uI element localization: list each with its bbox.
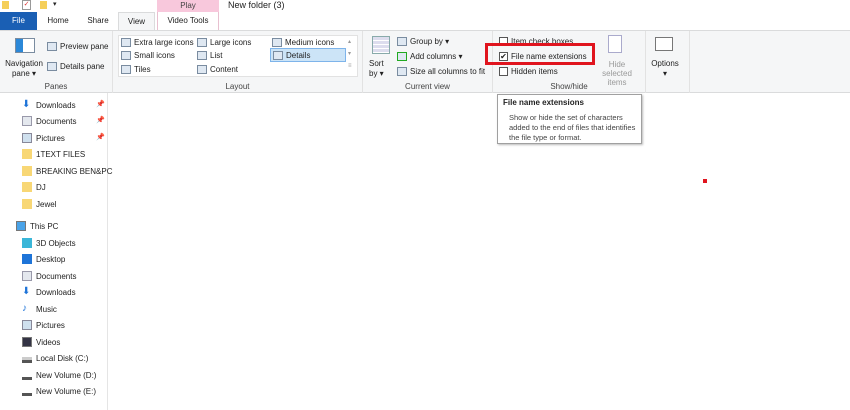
nav-item-local-disk-c[interactable]: Local Disk (C:) bbox=[22, 351, 88, 365]
tab-video-tools[interactable]: Video Tools bbox=[157, 12, 219, 30]
nav-item-folder[interactable]: BREAKING BEN&PC bbox=[22, 164, 112, 178]
tab-file[interactable]: File bbox=[0, 12, 37, 30]
desktop-icon bbox=[22, 254, 32, 264]
navigation-pane-button[interactable]: Navigation pane ▾ bbox=[4, 59, 44, 79]
pictures-icon bbox=[22, 133, 32, 143]
panes-group: Navigation pane ▾ Preview pane Details pa… bbox=[0, 31, 113, 93]
layout-small-icons[interactable]: Small icons bbox=[121, 49, 175, 61]
layout-scroll[interactable]: ▴ ▾ ≡ bbox=[348, 36, 352, 72]
download-icon: ⬇ bbox=[22, 99, 31, 110]
group-by-button[interactable]: Group by ▾ bbox=[397, 35, 449, 47]
nav-item-downloads[interactable]: ⬇ Downloads bbox=[22, 98, 76, 112]
current-view-group: Sort by ▾ Group by ▾ Add columns ▾ Size a… bbox=[363, 31, 493, 93]
layout-content[interactable]: Content bbox=[197, 63, 238, 75]
hidden-items-checkbox[interactable]: Hidden items bbox=[499, 65, 558, 77]
nav-item-folder[interactable]: DJ bbox=[22, 180, 46, 194]
navigation-pane: ⬇ Downloads 📌 Documents 📌 Pictures 📌 1TEX… bbox=[0, 93, 112, 410]
add-columns-button[interactable]: Add columns ▾ bbox=[397, 50, 462, 62]
details-pane-icon bbox=[47, 61, 57, 71]
details-pane-button[interactable]: Details pane bbox=[47, 60, 104, 72]
options-group: Options ▾ bbox=[646, 31, 690, 93]
show-hide-label: Show/hide bbox=[550, 82, 588, 91]
tooltip-title: File name extensions bbox=[503, 98, 584, 107]
folder-icon bbox=[22, 166, 32, 176]
window-title: New folder (3) bbox=[228, 0, 285, 10]
videos-icon bbox=[22, 337, 32, 347]
nav-item-desktop[interactable]: Desktop bbox=[22, 252, 65, 266]
highlight-box bbox=[485, 43, 595, 65]
ribbon: Navigation pane ▾ Preview pane Details pa… bbox=[0, 30, 850, 93]
size-all-columns-button[interactable]: Size all columns to fit bbox=[397, 65, 485, 77]
nav-item-documents[interactable]: Documents bbox=[22, 114, 76, 128]
properties-icon[interactable]: ✓ bbox=[22, 0, 31, 10]
tab-home[interactable]: Home bbox=[40, 12, 76, 30]
folder-icon bbox=[22, 199, 32, 209]
options-button[interactable]: Options ▾ bbox=[650, 59, 680, 79]
computer-icon bbox=[16, 221, 26, 231]
nav-item-downloads[interactable]: ⬇ Downloads bbox=[22, 285, 76, 299]
nav-item-this-pc[interactable]: This PC bbox=[16, 219, 58, 233]
3d-objects-icon bbox=[22, 238, 32, 248]
title-bar: ✓ ▾ bbox=[0, 0, 850, 12]
document-icon bbox=[22, 271, 32, 281]
nav-item-new-volume-e[interactable]: New Volume (E:) bbox=[22, 384, 96, 398]
sort-by-button[interactable]: Sort by ▾ bbox=[369, 59, 384, 79]
new-folder-icon[interactable] bbox=[40, 1, 47, 9]
sort-icon bbox=[372, 36, 390, 54]
layout-medium-icons[interactable]: Medium icons bbox=[272, 36, 334, 48]
layout-large-icons[interactable]: Large icons bbox=[197, 36, 251, 48]
document-icon bbox=[22, 116, 32, 126]
drive-icon bbox=[22, 353, 32, 363]
pin-icon[interactable]: 📌 bbox=[96, 116, 105, 124]
tooltip: File name extensions Show or hide the se… bbox=[497, 94, 642, 144]
nav-item-folder[interactable]: 1TEXT FILES bbox=[22, 147, 85, 161]
layout-extra-large-icons[interactable]: Extra large icons bbox=[121, 36, 194, 48]
layout-tiles[interactable]: Tiles bbox=[121, 63, 151, 75]
nav-item-documents[interactable]: Documents bbox=[22, 269, 76, 283]
drive-icon bbox=[22, 370, 32, 380]
folder-icon bbox=[2, 1, 9, 9]
nav-item-videos[interactable]: Videos bbox=[22, 335, 60, 349]
folder-icon bbox=[22, 149, 32, 159]
music-icon: ♪ bbox=[22, 303, 27, 314]
drive-icon bbox=[22, 386, 32, 396]
layout-label: Layout bbox=[225, 82, 250, 91]
tab-share[interactable]: Share bbox=[80, 12, 116, 30]
nav-item-new-volume-d[interactable]: New Volume (D:) bbox=[22, 368, 96, 382]
layout-list[interactable]: List bbox=[197, 49, 222, 61]
current-view-label: Current view bbox=[405, 82, 450, 91]
preview-pane-icon bbox=[47, 41, 57, 51]
layout-details[interactable]: Details bbox=[270, 48, 346, 62]
pin-icon[interactable]: 📌 bbox=[96, 100, 105, 108]
tab-view[interactable]: View bbox=[118, 12, 155, 31]
nav-item-music[interactable]: ♪ Music bbox=[22, 302, 57, 316]
layout-group: Extra large icons Large icons Medium ico… bbox=[113, 31, 363, 93]
folder-icon bbox=[22, 182, 32, 192]
navigation-pane-icon[interactable] bbox=[15, 38, 35, 53]
tooltip-description: Show or hide the set of characters added… bbox=[509, 113, 636, 142]
options-icon bbox=[655, 37, 673, 51]
download-icon: ⬇ bbox=[22, 286, 31, 297]
nav-item-folder[interactable]: Jewel bbox=[22, 197, 56, 211]
panes-label: Panes bbox=[44, 82, 68, 91]
nav-item-pictures[interactable]: Pictures bbox=[22, 318, 65, 332]
customize-toolbar-icon[interactable]: ▾ bbox=[53, 0, 57, 8]
play-context-tab: Play bbox=[157, 0, 219, 12]
nav-item-3d-objects[interactable]: 3D Objects bbox=[22, 236, 76, 250]
pictures-icon bbox=[22, 320, 32, 330]
nav-item-pictures[interactable]: Pictures bbox=[22, 131, 65, 145]
preview-pane-button[interactable]: Preview pane bbox=[47, 40, 108, 52]
pin-icon[interactable]: 📌 bbox=[96, 133, 105, 141]
hide-selected-icon bbox=[608, 35, 622, 53]
red-marker bbox=[703, 179, 707, 183]
